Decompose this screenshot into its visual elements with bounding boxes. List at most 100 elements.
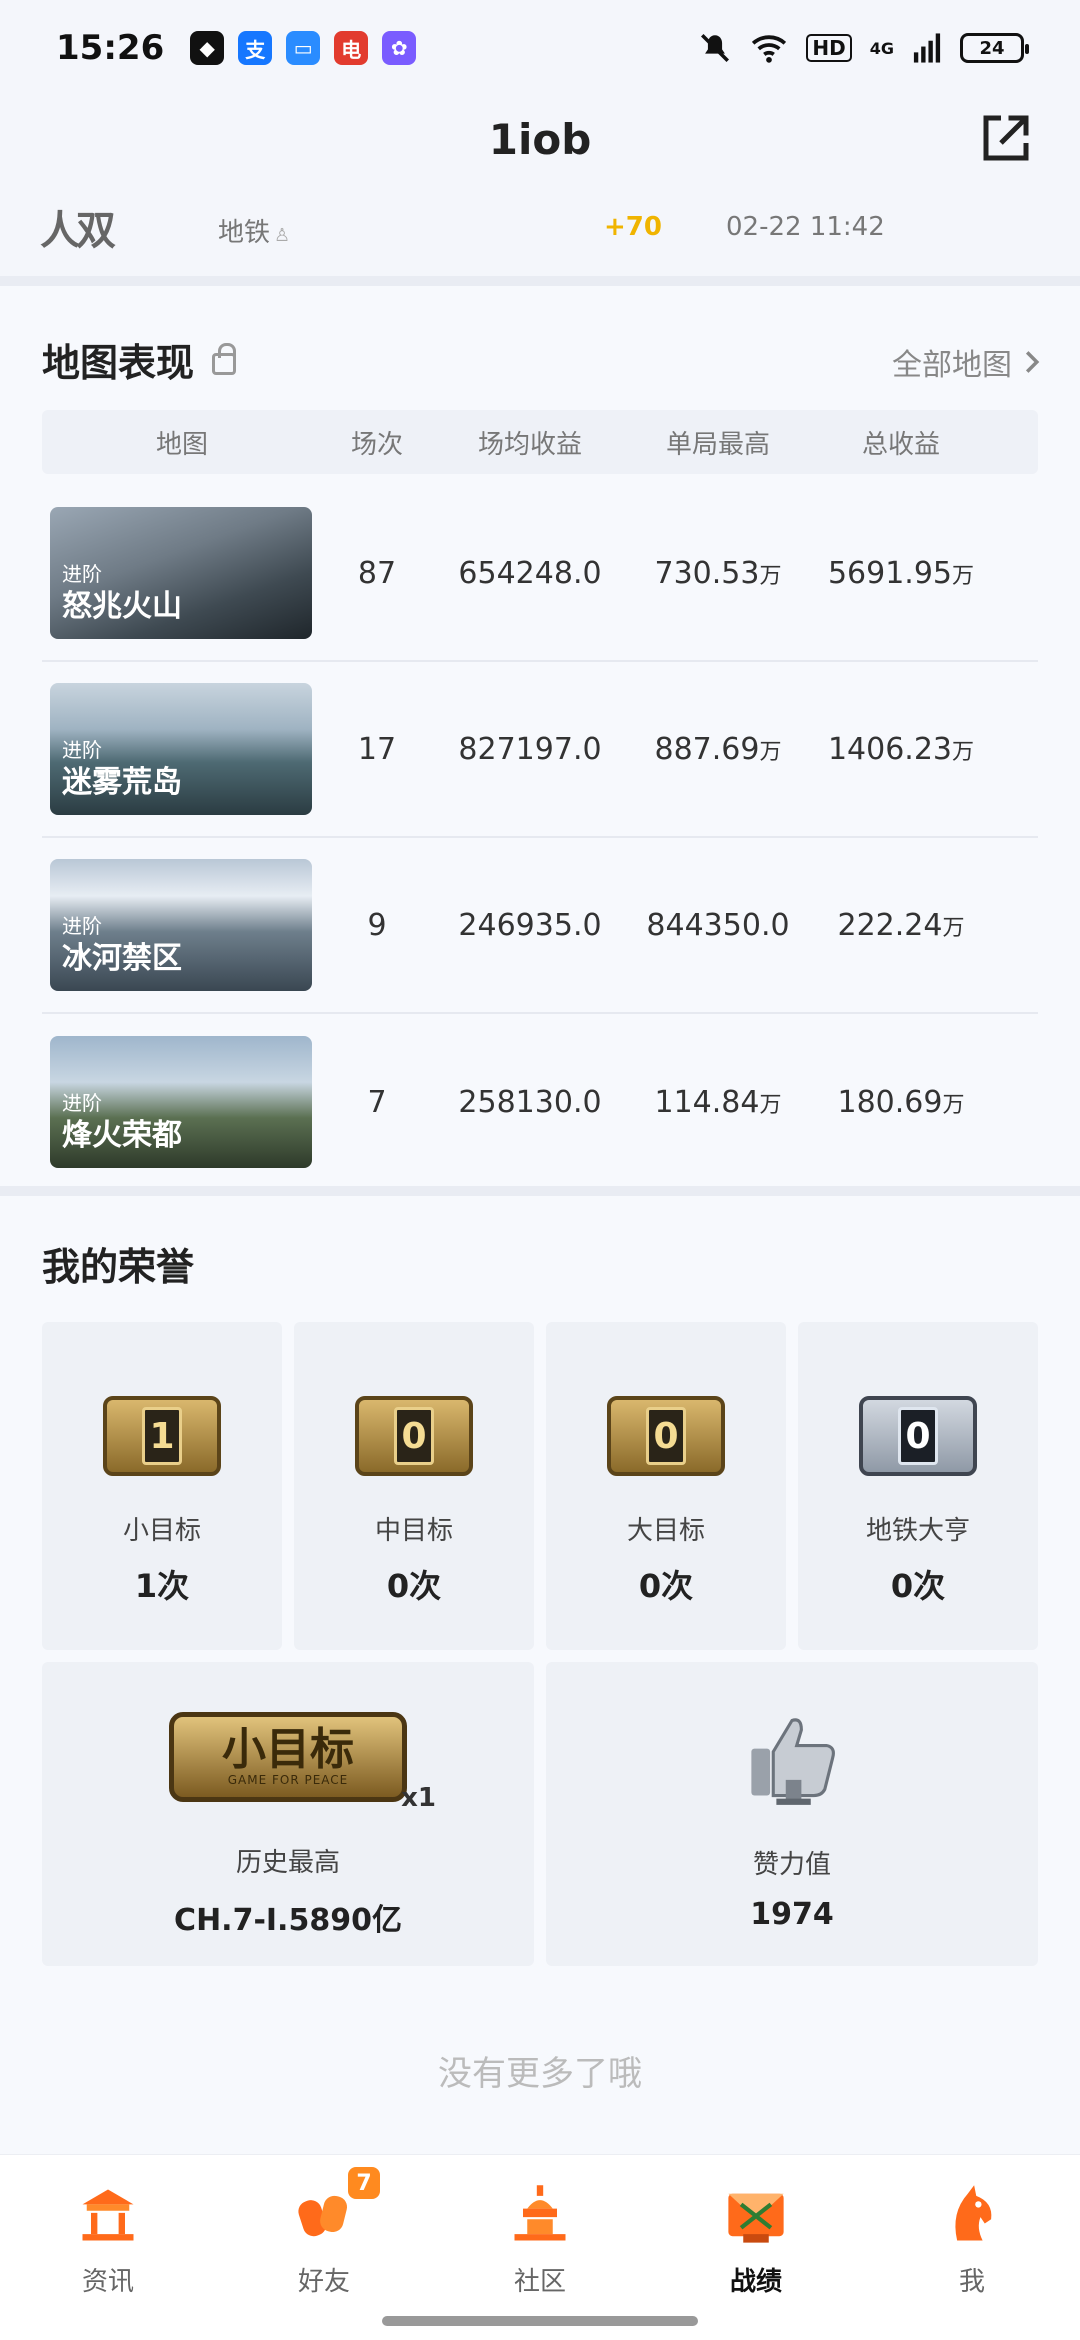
matches-value: 9: [367, 907, 387, 943]
section-divider: [0, 276, 1080, 286]
total-value: 1406.23万: [808, 732, 994, 767]
badge-title: 小目标: [222, 1724, 354, 1775]
section-header: 地图表现: [42, 332, 237, 387]
files-app-icon: ▭: [286, 31, 321, 65]
badge-number: 0: [646, 1407, 686, 1465]
table-row[interactable]: 进阶 冰河禁区 9 246935.0 844350.0 222.24万: [42, 838, 1038, 1014]
tab-label: 战绩: [729, 2267, 782, 2297]
total-value: 180.69万: [808, 1085, 994, 1120]
honor-card-medium-goal[interactable]: 0 中目标 0次: [294, 1322, 534, 1650]
map-thumbnail: 进阶 冰河禁区: [50, 859, 312, 991]
profile-icon: [955, 2185, 992, 2241]
battery-level: 24: [979, 37, 1005, 59]
previous-record-row[interactable]: 人双 地铁 ♙ +70 02-22 11:42: [0, 190, 1080, 278]
total-number: 5691.95: [827, 555, 953, 591]
history-label: 历史最高: [235, 1848, 340, 1878]
matches-value: 87: [357, 555, 397, 591]
app-glyph: ✿: [390, 36, 408, 60]
badge-multiplier: x1: [401, 1783, 436, 1813]
max-unit: 万: [759, 739, 782, 765]
max-unit: 万: [759, 1092, 782, 1118]
total-unit: 万: [952, 739, 975, 765]
total-number: 1406.23: [827, 731, 953, 767]
honor-cards: 1 小目标 1次 0 中目标 0次 0 大目标 0次 0 地铁大亨 0次: [42, 1322, 1038, 1650]
honor-count: 0次: [890, 1567, 946, 1605]
history-best-card[interactable]: 小目标 GAME FOR PEACE x1 历史最高 CH.7-I.5890亿: [42, 1662, 534, 1966]
badge-icon: 0: [607, 1396, 725, 1476]
record-time: 02-22 11:42: [726, 212, 885, 242]
record-name: 人双: [40, 208, 116, 254]
badge-icon: 1: [103, 1396, 221, 1476]
honor-label: 大目标: [626, 1516, 705, 1546]
max-value: 887.69万: [628, 732, 808, 767]
wifi-icon: [752, 35, 787, 63]
map-name: 冰河禁区: [62, 941, 182, 976]
mute-icon: [701, 33, 730, 63]
max-value: 844350.0: [628, 908, 808, 943]
tab-label: 我: [958, 2267, 985, 2297]
gallery-app-icon: ✿: [382, 31, 417, 65]
lock-icon[interactable]: [212, 342, 237, 375]
battery-icon: 24: [960, 33, 1029, 63]
tab-label: 资讯: [81, 2267, 134, 2297]
column-header: 单局最高: [665, 429, 770, 460]
badge-number: 0: [898, 1407, 938, 1465]
total-unit: 万: [952, 563, 975, 589]
honor-card-metro-tycoon[interactable]: 0 地铁大亨 0次: [798, 1322, 1038, 1650]
matches-value: 17: [357, 731, 397, 767]
section-title: 地图表现: [42, 341, 195, 385]
avg-value: 258130.0: [458, 1084, 602, 1120]
record-gain: +70: [604, 212, 662, 242]
tab-news[interactable]: 资讯: [0, 2155, 216, 2340]
tab-records[interactable]: 战绩: [648, 2155, 864, 2340]
home-indicator[interactable]: [382, 2316, 698, 2326]
max-value: 114.84万: [628, 1085, 808, 1120]
news-icon: [82, 2189, 134, 2241]
map-thumbnail: 进阶 迷雾荒岛: [50, 683, 312, 815]
table-row[interactable]: 进阶 怒兆火山 87 654248.0 730.53万 5691.95万: [42, 486, 1038, 662]
tab-community[interactable]: 社区: [432, 2155, 648, 2340]
shield-app-icon: ◆: [190, 31, 225, 65]
tab-label: 好友: [297, 2267, 350, 2297]
likes-value: 1974: [750, 1897, 834, 1932]
history-value: CH.7-I.5890亿: [174, 1903, 402, 1938]
status-bar: 15:26 ◆ 支 ▭ 电 ✿ HD 4G 24: [0, 0, 1080, 96]
map-cell: 进阶 怒兆火山: [42, 507, 322, 639]
column-header: 场次: [350, 429, 403, 460]
total-value: 5691.95万: [808, 556, 994, 591]
table-row[interactable]: 进阶 迷雾荒岛 17 827197.0 887.69万 1406.23万: [42, 662, 1038, 838]
likes-card[interactable]: 赞力值 1974: [546, 1662, 1038, 1966]
max-number: 844350.0: [646, 907, 790, 943]
community-icon: [514, 2185, 566, 2241]
map-thumbnail: 进阶 怒兆火山: [50, 507, 312, 639]
map-name: 烽火荣都: [62, 1118, 182, 1153]
map-cell: 进阶 烽火荣都: [42, 1036, 322, 1168]
network-type: 4G: [869, 38, 894, 58]
status-indicators: HD 4G 24: [698, 31, 1029, 65]
total-unit: 万: [942, 915, 965, 941]
honor-label: 小目标: [122, 1516, 201, 1546]
all-maps-link[interactable]: 全部地图: [892, 340, 1040, 384]
bottom-nav: 资讯 7 好友 社区 战绩 我: [0, 2154, 1080, 2340]
badge-icon: 0: [859, 1396, 977, 1476]
app-glyph: 电: [341, 37, 362, 62]
table-row[interactable]: 进阶 烽火荣都 7 258130.0 114.84万 180.69万: [42, 1014, 1038, 1190]
share-icon[interactable]: [976, 108, 1036, 168]
avg-value: 654248.0: [458, 555, 602, 591]
column-header: 场均收益: [477, 429, 582, 460]
map-name: 迷雾荒岛: [62, 765, 182, 800]
badge-icon: 0: [355, 1396, 473, 1476]
app-header: 1iob: [0, 96, 1080, 182]
avg-value: 827197.0: [458, 731, 602, 767]
person-icon: ♙: [274, 225, 291, 246]
tab-friends[interactable]: 7 好友: [216, 2155, 432, 2340]
record-mode-label: 地铁: [218, 218, 271, 248]
honor-count: 1次: [134, 1567, 190, 1605]
status-time: 15:26: [56, 28, 165, 68]
honor-card-big-goal[interactable]: 0 大目标 0次: [546, 1322, 786, 1650]
map-thumbnail: 进阶 烽火荣都: [50, 1036, 312, 1168]
section-header: 我的荣誉: [42, 1236, 194, 1291]
honor-card-small-goal[interactable]: 1 小目标 1次: [42, 1322, 282, 1650]
tab-profile[interactable]: 我: [864, 2155, 1080, 2340]
alipay-app-icon: 支: [238, 31, 273, 65]
